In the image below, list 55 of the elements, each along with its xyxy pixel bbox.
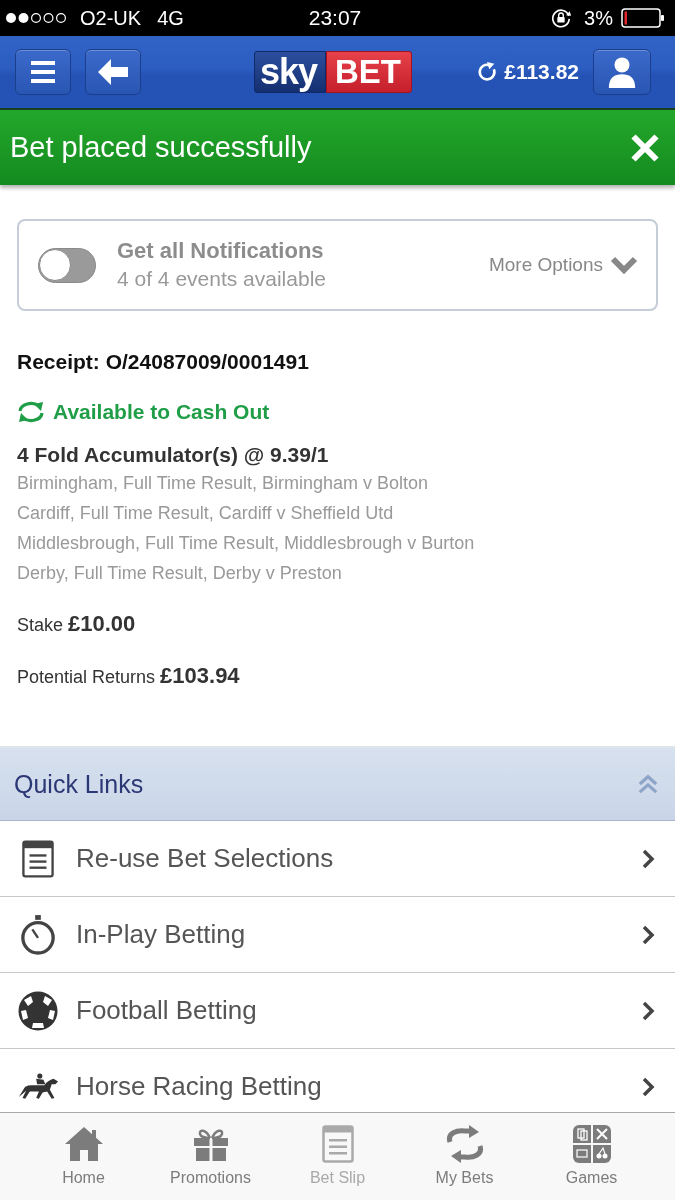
tab-bar-item[interactable]: Promotions	[147, 1113, 274, 1200]
rotation-lock-icon	[550, 7, 573, 29]
selection-text: Derby, Full Time Result, Derby v Preston	[17, 562, 343, 585]
selection-text: Cardiff, Full Time Result, Cardiff v Sheffield Utd	[17, 502, 395, 525]
back-button[interactable]	[85, 49, 141, 95]
chevron-right-icon	[641, 847, 655, 870]
notifications-toggle[interactable]	[38, 247, 96, 283]
notifications-title: Get all Notifications	[117, 237, 325, 265]
home-icon	[63, 1125, 104, 1163]
battery-icon	[621, 8, 665, 28]
more-options-button[interactable]: More Options	[488, 254, 638, 276]
chevron-right-icon	[641, 1075, 655, 1098]
document-icon	[22, 839, 54, 878]
chevron-down-icon	[610, 256, 638, 274]
chevron-right-icon	[641, 923, 655, 946]
signal-icon	[5, 12, 68, 24]
stake-value: £10.00	[68, 610, 136, 638]
circular-arrows-icon	[17, 399, 45, 425]
repeat-arrows-icon	[444, 1125, 485, 1163]
notifications-subtitle: 4 of 4 events available	[117, 266, 326, 292]
receipt-number: Receipt: O/24087009/0001491	[17, 349, 310, 375]
network-type: 4G	[157, 6, 184, 30]
chevron-right-icon	[641, 999, 655, 1022]
close-icon	[630, 132, 660, 163]
menu-icon	[31, 61, 55, 83]
success-message: Bet placed successfully	[10, 131, 312, 164]
logo-text: BET	[326, 51, 413, 93]
refresh-icon[interactable]	[476, 60, 499, 84]
clock-time: 23:07	[308, 6, 362, 30]
logo-text: sky	[253, 51, 327, 93]
selection-text: Birmingham, Full Time Result, Birmingham v Bolton	[17, 472, 430, 495]
stake-label: Stake	[17, 614, 64, 637]
games-grid-icon	[572, 1125, 611, 1163]
left-arrow-icon	[98, 59, 128, 85]
horse-rider-icon	[17, 1072, 59, 1101]
account-button[interactable]	[593, 49, 651, 95]
returns-value: £103.94	[160, 662, 240, 690]
close-button[interactable]	[630, 132, 660, 163]
football-icon	[18, 990, 58, 1031]
selection-text: Middlesbrough, Full Time Result, Middlesbrough v Burton	[17, 532, 476, 555]
returns-label: Potential Returns	[17, 666, 156, 689]
menu-button[interactable]	[15, 49, 71, 95]
tab-bar-item[interactable]: Home	[20, 1113, 147, 1200]
user-icon	[606, 56, 638, 88]
quick-links-title: Quick Links	[14, 769, 144, 799]
carrier-name: O2-UK	[80, 6, 142, 30]
cash-out-status: Available to Cash Out	[53, 399, 270, 425]
stopwatch-icon	[20, 914, 56, 955]
account-balance: £113.82	[504, 60, 579, 84]
battery-percent: 3%	[584, 6, 613, 30]
tab-bar-item[interactable]: Games	[528, 1113, 655, 1200]
document-icon	[321, 1125, 354, 1163]
tab-bar-item[interactable]: My Bets	[401, 1113, 528, 1200]
quick-links-header[interactable]: Quick Links	[0, 746, 675, 821]
bet-type: 4 Fold Accumulator(s) @ 9.39/1	[17, 442, 330, 468]
